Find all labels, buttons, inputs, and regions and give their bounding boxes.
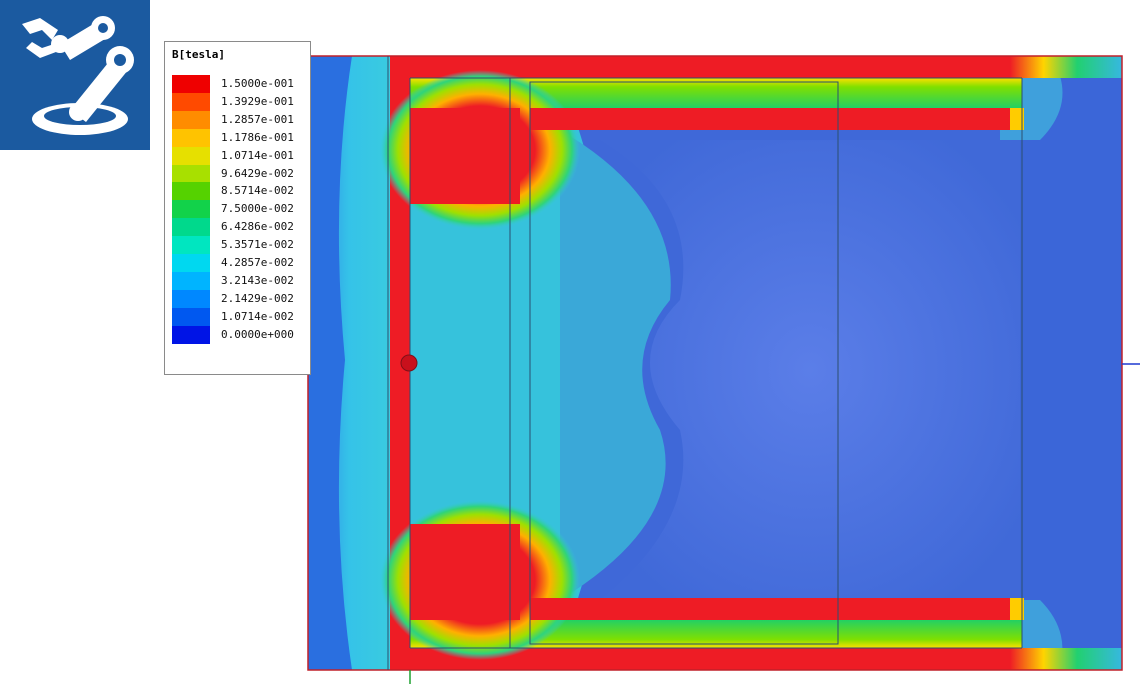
- legend-swatch: [172, 254, 210, 272]
- legend-swatch: [172, 146, 210, 165]
- legend-swatch: [172, 110, 210, 129]
- legend-label: 3.2143e-002: [221, 273, 294, 287]
- legend-label: 1.0714e-001: [221, 148, 294, 162]
- legend-swatch: [172, 271, 210, 290]
- legend-label: 1.3929e-001: [221, 94, 294, 108]
- legend-swatch: [172, 218, 210, 237]
- legend-label: 6.4286e-002: [221, 220, 294, 234]
- legend-label: 0.0000e+000: [221, 327, 294, 341]
- legend-label: 4.2857e-002: [221, 256, 294, 269]
- legend-label: 1.2857e-001: [221, 112, 294, 126]
- legend-swatch: [172, 92, 210, 111]
- legend-label: 8.5714e-002: [221, 184, 294, 198]
- legend-swatch: [172, 182, 210, 201]
- legend-label: 1.0714e-002: [221, 309, 294, 323]
- legend-swatch: [172, 200, 210, 219]
- legend-swatch: [172, 307, 210, 326]
- legend-label: 7.5000e-002: [221, 202, 294, 216]
- legend-swatch: [172, 128, 210, 147]
- legend-swatch: [172, 236, 210, 255]
- legend-label: 1.1786e-001: [221, 130, 294, 144]
- probe-marker-icon[interactable]: [400, 354, 420, 374]
- legend-label: 5.3571e-002: [221, 238, 294, 252]
- legend-title: B[tesla]: [172, 48, 225, 61]
- legend-label: 2.1429e-002: [221, 291, 294, 305]
- legend-swatch: [172, 164, 210, 183]
- legend-label: 1.5000e-001: [221, 77, 294, 90]
- color-legend[interactable]: B[tesla] 1.5000e-001 1.3929e-001 1.2857e-0…: [164, 41, 311, 375]
- legend-swatch: [172, 289, 210, 308]
- legend-label: 9.6429e-002: [221, 166, 294, 180]
- legend-swatch: [172, 75, 210, 93]
- legend-swatch: [172, 325, 210, 344]
